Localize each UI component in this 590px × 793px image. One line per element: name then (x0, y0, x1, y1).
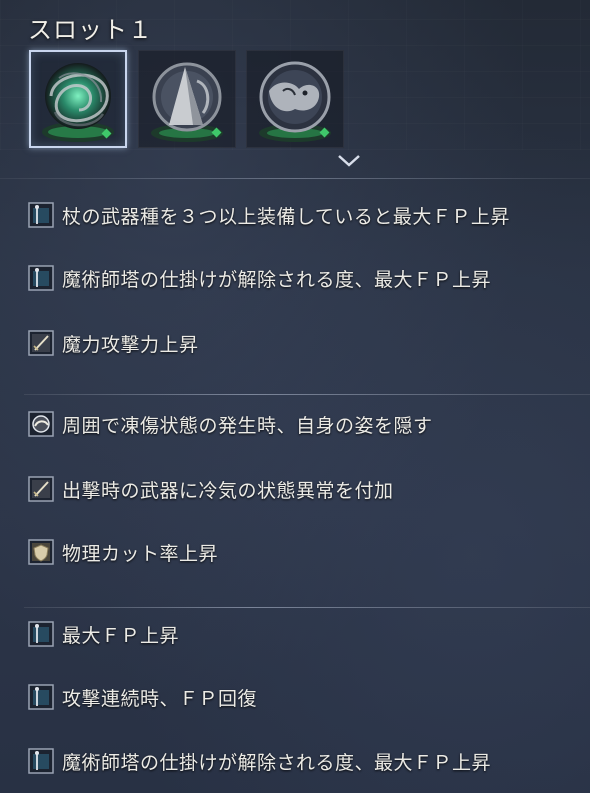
staff-icon (28, 265, 54, 291)
relic-slot-3[interactable] (246, 50, 344, 148)
header-divider (0, 178, 590, 179)
effect-text: 攻撃連続時、ＦＰ回復 (62, 687, 258, 710)
slot-title: スロット１ (28, 16, 153, 44)
group-divider (24, 607, 590, 608)
effect-row[interactable]: 魔術師塔の仕掛けが解除される度、最大ＦＰ上昇 (28, 263, 491, 293)
effect-row[interactable]: 攻撃連続時、ＦＰ回復 (28, 682, 257, 712)
effect-text: 物理カット率上昇 (62, 542, 219, 565)
effect-row[interactable]: 魔力攻撃力上昇 (28, 328, 199, 358)
staff-icon (28, 748, 54, 774)
effect-text: 魔術師塔の仕掛けが解除される度、最大ＦＰ上昇 (62, 268, 492, 291)
effect-text: 出撃時の武器に冷気の状態異常を付加 (62, 479, 394, 502)
effect-text: 魔力攻撃力上昇 (62, 333, 199, 356)
cloaked-figure-relic-icon (151, 62, 223, 142)
vortex-relic-icon (42, 63, 114, 142)
relic-slot-1[interactable] (29, 50, 127, 148)
effect-text: 杖の武器種を３つ以上装備していると最大ＦＰ上昇 (62, 205, 510, 228)
effect-row[interactable]: 周囲で凍傷状態の発生時、自身の姿を隠す (28, 409, 433, 439)
effect-text: 最大ＦＰ上昇 (62, 624, 180, 647)
effect-row[interactable]: 杖の武器種を３つ以上装備していると最大ＦＰ上昇 (28, 200, 510, 230)
group-divider (24, 394, 590, 395)
mask-icon (28, 411, 54, 437)
sword-icon (28, 330, 54, 356)
effect-row[interactable]: 最大ＦＰ上昇 (28, 619, 179, 649)
staff-icon (28, 621, 54, 647)
beast-relic-icon (259, 61, 331, 142)
effect-text: 魔術師塔の仕掛けが解除される度、最大ＦＰ上昇 (62, 751, 492, 774)
effect-text: 周囲で凍傷状態の発生時、自身の姿を隠す (62, 414, 433, 437)
effect-row[interactable]: 出撃時の武器に冷気の状態異常を付加 (28, 474, 394, 504)
chevron-down-icon[interactable] (336, 152, 362, 170)
effect-row[interactable]: 魔術師塔の仕掛けが解除される度、最大ＦＰ上昇 (28, 746, 491, 776)
staff-icon (28, 684, 54, 710)
relic-slot-2[interactable] (138, 50, 236, 148)
shield-icon (28, 539, 54, 565)
sword-icon (28, 476, 54, 502)
staff-icon (28, 202, 54, 228)
effect-row[interactable]: 物理カット率上昇 (28, 537, 218, 567)
